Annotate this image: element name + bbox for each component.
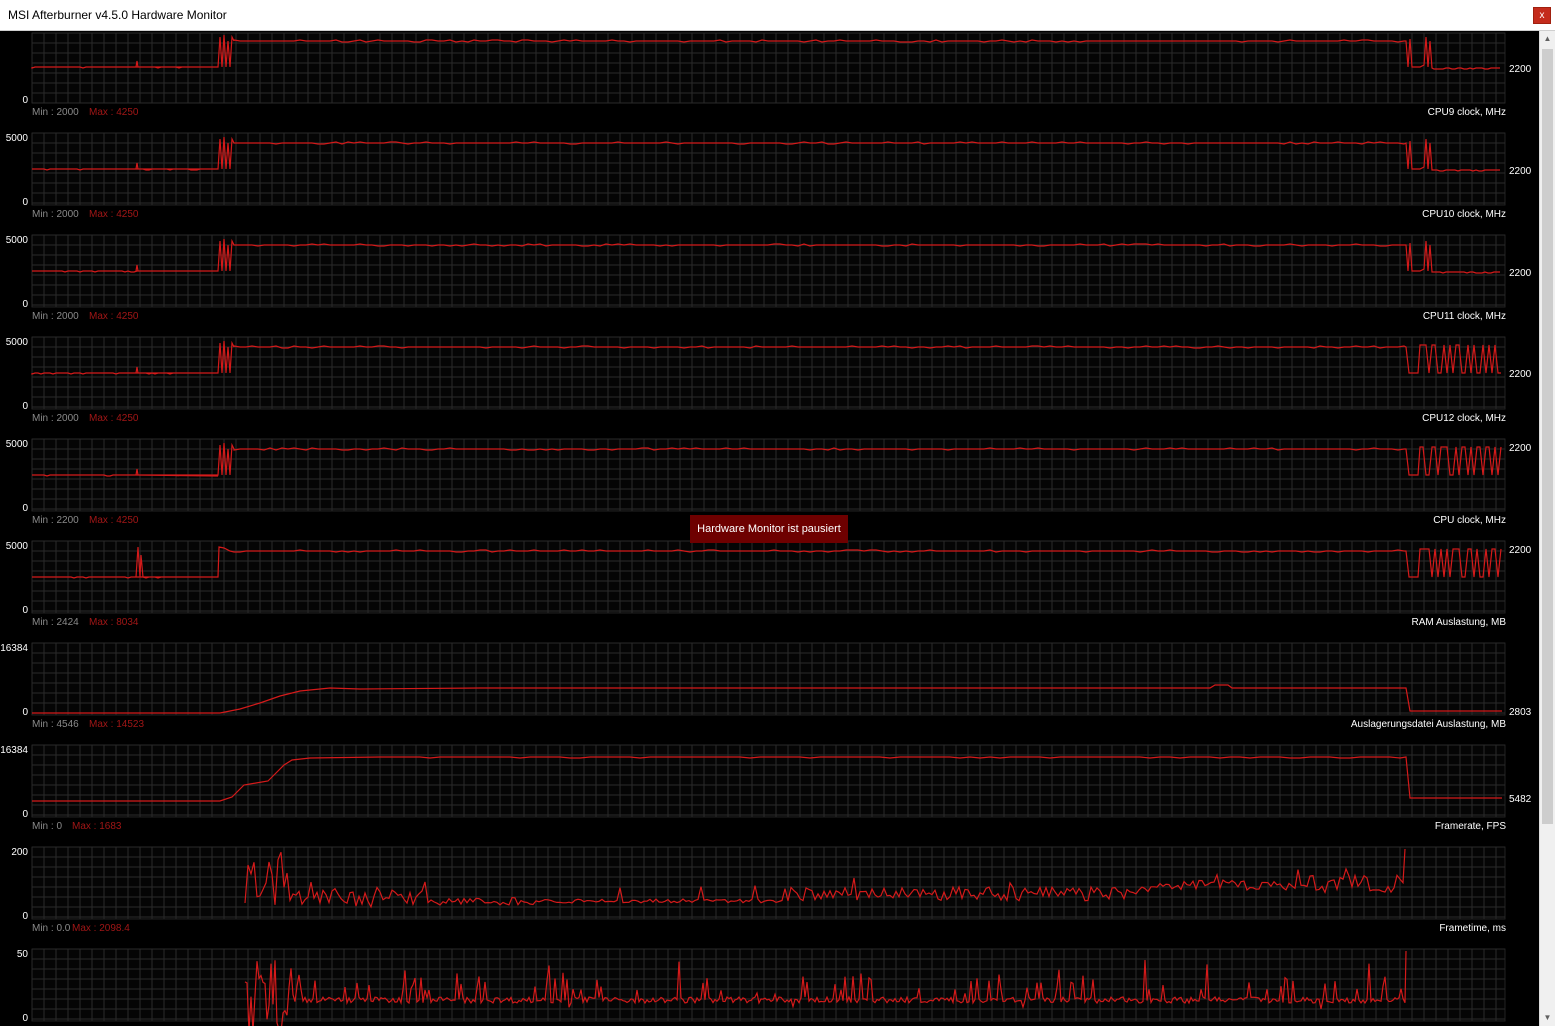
graph-panel-cpu12: 5000 0 2200 <box>6 438 1532 514</box>
min-value-label: Min : 2424 <box>32 617 79 628</box>
graph-plot-area <box>31 540 1506 614</box>
graph-plot-area <box>31 438 1506 512</box>
current-value-label: 5482 <box>1509 794 1532 805</box>
window-title: MSI Afterburner v4.5.0 Hardware Monitor <box>8 8 227 22</box>
graph-header-frametime: Min : 0.0 Max : 2098.4 Frametime, ms <box>32 923 1506 934</box>
y-axis-max-label: 5000 <box>6 439 29 450</box>
min-value-label: Min : 0 <box>32 821 62 832</box>
current-value-label: 2200 <box>1509 64 1532 75</box>
graph-panel-cpu9: 5000 0 2200 <box>6 132 1532 208</box>
graph-header-pagefile: Min : 4546 Max : 14523 Auslagerungsdatei A… <box>32 719 1506 730</box>
min-value-label: Min : 4546 <box>32 719 79 730</box>
graph-panel-cpu8: 0 2200 <box>22 32 1532 106</box>
min-value-label: Min : 2000 <box>32 107 79 118</box>
current-value-label: 2200 <box>1509 268 1532 279</box>
max-value-label: Max : 14523 <box>89 719 144 730</box>
graph-title: CPU12 clock, MHz <box>1422 413 1506 424</box>
y-axis-min-label: 0 <box>22 809 28 820</box>
max-value-label: Max : 2098.4 <box>72 923 130 934</box>
min-value-label: Min : 2000 <box>32 311 79 322</box>
max-value-label: Max : 8034 <box>89 617 139 628</box>
scroll-thumb[interactable] <box>1542 49 1553 824</box>
graph-title: CPU clock, MHz <box>1433 515 1506 526</box>
graph-panel-cpu10: 5000 0 2200 <box>6 234 1532 310</box>
max-value-label: Max : 1683 <box>72 821 122 832</box>
y-axis-min-label: 0 <box>22 299 28 310</box>
graph-plot-area <box>31 642 1506 716</box>
window-titlebar: MSI Afterburner v4.5.0 Hardware Monitor … <box>0 0 1555 31</box>
graph-plot-area <box>31 846 1506 920</box>
paused-notice: Hardware Monitor ist pausiert <box>690 515 848 543</box>
scroll-down-arrow-icon[interactable]: ▼ <box>1540 1010 1555 1026</box>
graph-panel-frametime: 50 0 <box>17 948 1506 1026</box>
graph-title: Framerate, FPS <box>1435 821 1506 832</box>
graph-title: CPU11 clock, MHz <box>1423 311 1506 322</box>
current-value-label: 2200 <box>1509 166 1532 177</box>
graph-title: CPU10 clock, MHz <box>1422 209 1506 220</box>
graph-panel-cpu: 5000 0 2200 <box>6 540 1532 616</box>
current-value-label: 2200 <box>1509 369 1532 380</box>
y-axis-min-label: 0 <box>22 707 28 718</box>
y-axis-max-label: 5000 <box>6 337 29 348</box>
graph-title: Auslagerungsdatei Auslastung, MB <box>1351 719 1506 730</box>
y-axis-min-label: 0 <box>22 911 28 922</box>
graph-panel-ram: 16384 0 2803 <box>0 642 1532 718</box>
max-value-label: Max : 4250 <box>89 515 139 526</box>
y-axis-max-label: 200 <box>11 847 28 858</box>
min-value-label: Min : 2000 <box>32 209 79 220</box>
y-axis-max-label: 5000 <box>6 235 29 246</box>
graph-panel-pagefile: 16384 0 5482 <box>0 744 1532 820</box>
close-button[interactable]: x <box>1533 7 1551 24</box>
max-value-label: Max : 4250 <box>89 311 139 322</box>
y-axis-min-label: 0 <box>22 503 28 514</box>
max-value-label: Max : 4250 <box>89 413 139 424</box>
scroll-up-arrow-icon[interactable]: ▲ <box>1540 31 1555 47</box>
graph-panel-cpu11: 5000 0 2200 <box>6 336 1532 412</box>
graph-title: CPU9 clock, MHz <box>1428 107 1506 118</box>
y-axis-min-label: 0 <box>22 605 28 616</box>
graph-header-cpu12: Min : 2000 Max : 4250 CPU12 clock, MHz <box>32 413 1506 424</box>
min-value-label: Min : 2200 <box>32 515 79 526</box>
graph-header-ram: Min : 2424 Max : 8034 RAM Auslastung, MB <box>32 617 1506 628</box>
graph-title: Frametime, ms <box>1439 923 1506 934</box>
graph-header-cpu10: Min : 2000 Max : 4250 CPU10 clock, MHz <box>32 209 1506 220</box>
graph-plot-area <box>31 744 1506 818</box>
y-axis-max-label: 16384 <box>0 643 28 654</box>
y-axis-max-label: 16384 <box>0 745 28 756</box>
y-axis-min-label: 0 <box>22 1013 28 1024</box>
min-value-label: Min : 2000 <box>32 413 79 424</box>
y-axis-max-label: 50 <box>17 949 29 960</box>
graph-plot-area <box>31 336 1506 410</box>
max-value-label: Max : 4250 <box>89 107 139 118</box>
y-axis-min-label: 0 <box>22 197 28 208</box>
min-value-label: Min : 0.0 <box>32 923 71 934</box>
graph-title: RAM Auslastung, MB <box>1412 617 1507 628</box>
graph-header-cpu11: Min : 2000 Max : 4250 CPU11 clock, MHz <box>32 311 1506 322</box>
y-axis-max-label: 5000 <box>6 133 29 144</box>
graph-panel-framerate: 2000 <box>11 846 1506 922</box>
graph-header-framerate: Min : 0 Max : 1683 Framerate, FPS <box>32 821 1506 832</box>
current-value-label: 2803 <box>1509 707 1532 718</box>
current-value-label: 2200 <box>1509 443 1532 454</box>
current-value-label: 2200 <box>1509 545 1532 556</box>
y-axis-min-label: 0 <box>22 401 28 412</box>
graph-header-cpu9: Min : 2000 Max : 4250 CPU9 clock, MHz <box>32 107 1506 118</box>
graph-plot-area <box>31 234 1506 308</box>
vertical-scrollbar[interactable]: ▲ ▼ <box>1539 31 1555 1026</box>
y-axis-min-label: 0 <box>22 95 28 106</box>
y-axis-max-label: 5000 <box>6 541 29 552</box>
max-value-label: Max : 4250 <box>89 209 139 220</box>
